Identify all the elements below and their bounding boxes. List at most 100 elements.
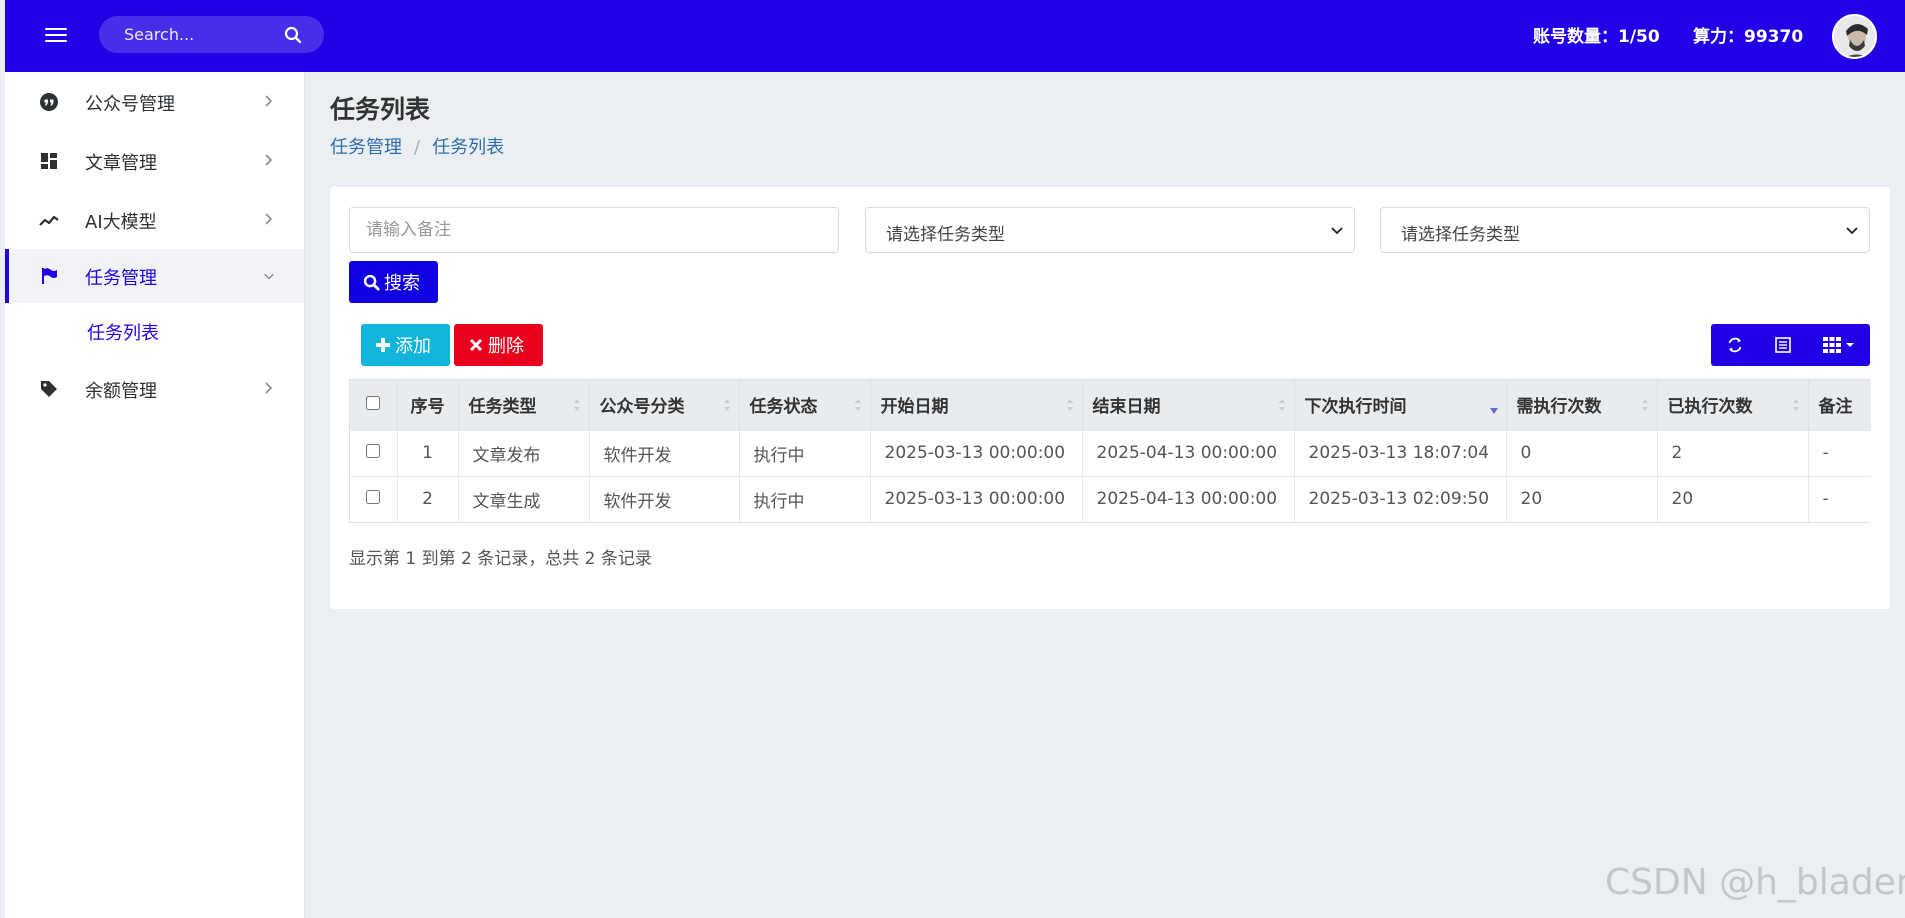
sort-icon	[1278, 399, 1285, 411]
row-checkbox[interactable]	[366, 444, 381, 458]
line-chart-icon	[39, 215, 59, 226]
column-header-sortable[interactable]: 需执行次数	[1506, 380, 1658, 430]
delete-button-label: 删除	[488, 336, 524, 357]
toggle-view-button[interactable]	[1759, 324, 1807, 366]
table-cell: 软件开发	[589, 475, 740, 522]
breadcrumb-item-task-management[interactable]: 任务管理	[330, 137, 402, 158]
search-button[interactable]: 搜索	[349, 261, 438, 303]
select-all-checkbox[interactable]	[366, 395, 381, 410]
column-header-sortable[interactable]: 任务类型	[458, 380, 590, 430]
plus-icon	[376, 338, 390, 352]
flag-icon	[42, 268, 57, 284]
column-header-label: 已执行次数	[1667, 397, 1753, 418]
column-header[interactable]: 序号	[397, 380, 459, 430]
column-header-label: 需执行次数	[1516, 397, 1602, 418]
select-all-cell	[350, 380, 398, 430]
sidebar-item-ai-model[interactable]: AI大模型	[5, 190, 304, 249]
table-cell: 2	[1657, 429, 1809, 476]
sidebar-item-label: 公众号管理	[85, 94, 175, 115]
breadcrumb-separator: /	[414, 137, 421, 158]
table-cell: 20	[1657, 475, 1809, 522]
list-icon	[1775, 337, 1791, 353]
table-toolbar	[1711, 324, 1870, 366]
account-count: 账号数量：1/50	[1533, 27, 1660, 47]
task-type-select[interactable]: 请选择任务类型	[865, 207, 1355, 253]
sidebar-item-label: AI大模型	[85, 212, 157, 233]
sidebar-item-articles[interactable]: 文章管理	[5, 131, 304, 190]
table-row[interactable]: 1 文章发布 软件开发 执行中 2025-03-13 00:00:00 2025…	[350, 429, 1871, 476]
page-title: 任务列表	[330, 95, 431, 124]
refresh-button[interactable]	[1711, 324, 1759, 366]
watermark: CSDN @h_bladem	[1605, 862, 1905, 903]
chevron-right-icon	[265, 213, 273, 225]
grid-icon	[1822, 337, 1841, 353]
column-header-label: 任务类型	[468, 397, 537, 418]
table-cell: 1	[397, 429, 459, 476]
sort-icon	[723, 399, 730, 411]
column-header: 备注	[1818, 397, 1853, 418]
sidebar: 公众号管理 文章管理 AI大模型 任务管理 任务列表 余额管理	[5, 72, 305, 918]
task-list-card: 请选择任务类型 请选择任务类型 搜索 添加 删除	[330, 187, 1890, 609]
table-cell: 文章生成	[458, 475, 590, 522]
column-header-sortable[interactable]: 公众号分类	[589, 380, 740, 430]
sidebar-item-accounts[interactable]: 公众号管理	[5, 72, 304, 131]
table-cell: 执行中	[739, 429, 871, 476]
column-header-label: 结束日期	[1092, 397, 1161, 418]
sort-desc-icon	[1489, 408, 1498, 414]
column-header-sortable[interactable]: 下次执行时间	[1294, 380, 1507, 430]
remark-input[interactable]	[349, 207, 839, 253]
sidebar-item-label: 文章管理	[85, 153, 157, 174]
chevron-down-icon	[264, 273, 274, 280]
row-select-cell	[350, 429, 398, 476]
column-header-label: 下次执行时间	[1304, 397, 1407, 418]
add-button[interactable]: 添加	[361, 324, 450, 366]
close-icon	[470, 339, 482, 351]
delete-button[interactable]: 删除	[454, 324, 543, 366]
table-cell: -	[1808, 475, 1871, 522]
column-header-label: 开始日期	[880, 397, 949, 418]
top-navbar: 账号数量：1/50 算力：99370	[5, 0, 1905, 72]
search-icon[interactable]	[284, 26, 302, 44]
column-header-sortable[interactable]: 已执行次数	[1657, 380, 1809, 430]
table-row[interactable]: 2 文章生成 软件开发 执行中 2025-03-13 00:00:00 2025…	[350, 475, 1871, 522]
column-header-sortable[interactable]: 开始日期	[870, 380, 1083, 430]
sort-icon	[573, 399, 580, 411]
pagination-info: 显示第 1 到第 2 条记录，总共 2 条记录	[349, 549, 652, 569]
search-input[interactable]	[99, 16, 279, 53]
dashboard-icon	[41, 153, 57, 169]
row-checkbox[interactable]	[366, 490, 381, 505]
table-cell: 文章发布	[458, 429, 590, 476]
sidebar-subitem-task-list[interactable]: 任务列表	[5, 303, 304, 359]
sort-icon	[854, 399, 861, 411]
table-cell: 2025-03-13 18:07:04	[1294, 429, 1507, 476]
column-header-sortable[interactable]: 任务状态	[739, 380, 871, 430]
task-type-select-2[interactable]: 请选择任务类型	[1380, 207, 1870, 253]
row-select-cell	[350, 475, 398, 522]
task-table: 序号 任务类型 公众号分类 任务状态 开始日期 结束日期 下次执行时间 需执行次…	[349, 379, 1871, 523]
add-button-label: 添加	[395, 336, 431, 357]
sidebar-item-label: 任务管理	[85, 268, 157, 289]
breadcrumb-item-task-list[interactable]: 任务列表	[432, 137, 504, 158]
quote-icon	[40, 93, 58, 111]
chevron-down-icon	[1331, 227, 1343, 235]
sort-icon	[1641, 399, 1648, 411]
table-cell: 2	[397, 475, 459, 522]
menu-toggle-icon[interactable]	[45, 24, 67, 46]
sidebar-subitem-label: 任务列表	[87, 323, 159, 344]
refresh-icon	[1728, 337, 1742, 353]
column-header-sortable[interactable]: 结束日期	[1082, 380, 1295, 430]
search-box	[99, 16, 324, 53]
table-cell: 软件开发	[589, 429, 740, 476]
search-icon	[363, 274, 380, 291]
compute-power: 算力：99370	[1693, 27, 1804, 47]
columns-dropdown-button[interactable]	[1807, 324, 1870, 366]
user-avatar-icon	[1834, 16, 1875, 57]
chevron-right-icon	[265, 154, 273, 166]
select-value: 请选择任务类型	[1401, 225, 1520, 245]
breadcrumb: 任务管理 / 任务列表	[330, 133, 504, 159]
avatar[interactable]	[1832, 14, 1877, 59]
table-cell: 2025-03-13 00:00:00	[870, 429, 1083, 476]
sidebar-item-tasks[interactable]: 任务管理	[5, 249, 304, 303]
search-button-label: 搜索	[384, 273, 420, 294]
sidebar-item-balance[interactable]: 余额管理	[5, 359, 304, 418]
